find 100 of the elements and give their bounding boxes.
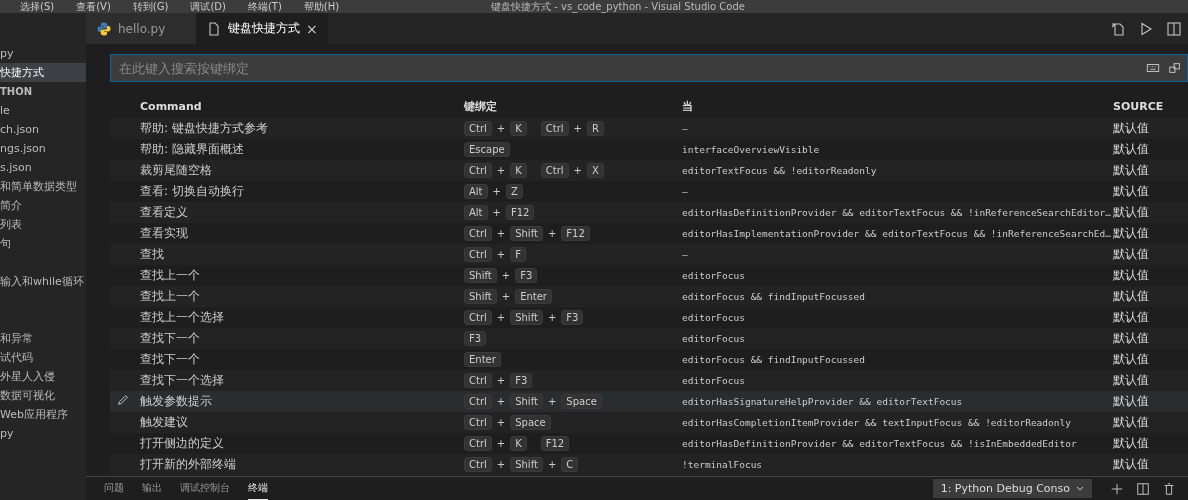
table-row[interactable]: 查看定义 Alt + F12 editorHasDefinitionProvider && editorTextFocus && !inReferenceSearchEditor… 默认值 [110,202,1188,223]
source-cell-text: 默认值 [1113,330,1150,347]
table-row[interactable]: 查找 Ctrl + F — 默认值 [110,244,1188,265]
key-label: Enter [464,352,501,367]
trash-icon[interactable] [1162,481,1176,496]
menu-item[interactable]: 终端(T) [247,0,282,13]
terminal-dropdown[interactable]: 1: Python Debug Conso [932,479,1092,498]
command-cell-text: 查找上一个选择 [140,309,225,326]
plus-icon[interactable] [1110,481,1124,496]
command-cell-text: 帮助: 键盘快捷方式参考 [140,120,269,137]
key-label: F3 [510,373,533,388]
plus-sign: + [547,459,557,470]
source-cell-text: 默认值 [1113,225,1150,242]
key-label: Ctrl [464,457,492,472]
key-label: K [510,121,527,136]
panel-tab[interactable]: 输出 [142,477,162,500]
caret-icon [1076,485,1084,492]
command-cell-text: 查看定义 [140,204,189,221]
panel-tab[interactable]: 问题 [104,477,124,500]
key-label: F3 [515,268,538,283]
panel-tab[interactable]: 调试控制台 [180,477,230,500]
search-field[interactable]: 在此键入搜索按键绑定 [110,54,1188,82]
command-cell-text: 打开新的外部终端 [140,456,237,473]
table-row[interactable]: 查找下一个选择 Ctrl + F3 editorFocus 默认值 [110,370,1188,391]
source-cell-text: 默认值 [1113,414,1150,431]
editor-tab[interactable]: 键盘快捷方式 × [196,13,328,44]
key-label: F12 [505,205,535,220]
table-row[interactable]: 帮助: 键盘快捷方式参考 Ctrl + K Ctrl + R — 默认值 [110,118,1188,139]
table-row[interactable]: 触发参数提示 Ctrl + Shift + Space editorHasSignatureHelpProvider && editorTextFocus 默认值 [110,391,1188,412]
command-cell-text: 查找上一个 [140,288,201,305]
source-cell-text: 默认值 [1113,288,1150,305]
when-cell-text: interfaceOverviewVisible [682,144,821,155]
key-label: Z [505,184,523,199]
keyboard-icon[interactable] [1146,61,1160,75]
panel-tab[interactable]: 终端 [248,477,268,500]
key-label: R [586,121,604,136]
pencil-icon[interactable] [116,393,130,407]
when-cell-text: — [682,123,689,134]
column-header: 当 [682,98,694,114]
when-cell-text: editorFocus [682,270,746,281]
table-row[interactable]: 打开新的外部终端 Ctrl + Shift + C !terminalFocus 默认值 [110,454,1188,475]
key-label: F3 [464,331,487,346]
command-cell-text: 打开侧边的定义 [140,435,225,452]
table-row[interactable]: 查找下一个 F3 editorFocus 默认值 [110,328,1188,349]
plus-sign: + [496,123,506,134]
source-cell-text: 默认值 [1113,246,1150,263]
file-item[interactable]: 快捷方式 [0,63,86,82]
plus-sign: + [496,249,506,260]
when-cell-text: editorHasDefinitionProvider && editorTextFocus && !inReferenceSearchEditor… [682,207,1112,218]
plus-sign: + [496,396,506,407]
when-cell-text: editorTextFocus && !editorReadonly [682,165,878,176]
file-icon [206,20,222,37]
plus-sign: + [496,459,506,470]
key-label: Alt [464,205,488,220]
python-icon [96,20,112,37]
key-label: Ctrl [464,436,492,451]
command-cell-text: 帮助: 隐藏界面概述 [140,141,245,158]
command-cell-text: 查看实现 [140,225,189,242]
source-cell-text: 默认值 [1113,183,1150,200]
menu-item[interactable]: 查看(V) [76,0,111,13]
table-row[interactable]: 触发建议 Ctrl + Space editorHasCompletionItemProvider && textInputFocus && !editorReadonly 默认值 [110,412,1188,433]
key-label: Shift [510,226,543,241]
command-cell-text: 查找 [140,246,165,263]
when-cell-text: editorHasCompletionItemProvider && textInputFocus && !editorReadonly [682,417,1072,428]
run-icon[interactable] [1138,20,1154,37]
close-icon[interactable]: × [306,20,318,37]
window-title: 键盘快捷方式 - vs_code_python - Visual Studio Code [491,0,745,13]
command-cell-text: 查找上一个 [140,267,201,284]
plus-sign: + [492,186,501,197]
source-cell-text: 默认值 [1113,309,1150,326]
menu-item[interactable]: 选择(S) [20,0,55,13]
plus-sign: + [501,291,511,302]
plus-sign: + [496,375,506,386]
key-label: Ctrl [540,121,569,136]
key-label: K [510,163,527,178]
when-cell-text: — [682,249,689,260]
key-label: C [561,457,579,472]
split-editor-icon[interactable] [1166,20,1182,37]
table-row[interactable]: 查找上一个 Shift + Enter editorFocus && findInputFocussed 默认值 [110,286,1188,307]
key-label: F12 [540,436,570,451]
source-cell-text: 默认值 [1113,372,1150,389]
plus-sign: + [573,123,582,134]
menu-item[interactable]: 转到(G) [132,0,169,13]
when-cell-text: editorFocus [682,333,746,344]
plus-sign: + [496,438,506,449]
editor-tab[interactable]: hello.py [86,13,196,44]
command-cell-text: 查看: 切换自动换行 [140,183,245,200]
key-label: F12 [561,226,590,241]
open-file-icon[interactable] [1110,20,1126,37]
when-cell-text: editorHasImplementationProvider && editorTextFocus && !inReferenceSearchEd… [682,228,1112,239]
menu-item[interactable]: 帮助(H) [303,0,340,13]
key-label: Ctrl [540,163,569,178]
menu-item[interactable]: 调试(D) [190,0,226,13]
plus-sign: + [496,228,506,239]
split-icon[interactable] [1136,481,1150,496]
table-row[interactable]: 裁剪尾随空格 Ctrl + K Ctrl + X editorTextFocus && !editorReadonly 默认值 [110,160,1188,181]
command-cell-text: 触发参数提示 [140,393,213,410]
key-label: F3 [561,310,584,325]
when-cell-text: editorHasDefinitionProvider && editorTextFocus && !isInEmbeddedEditor [682,438,1078,449]
key-label: Shift [510,394,543,409]
